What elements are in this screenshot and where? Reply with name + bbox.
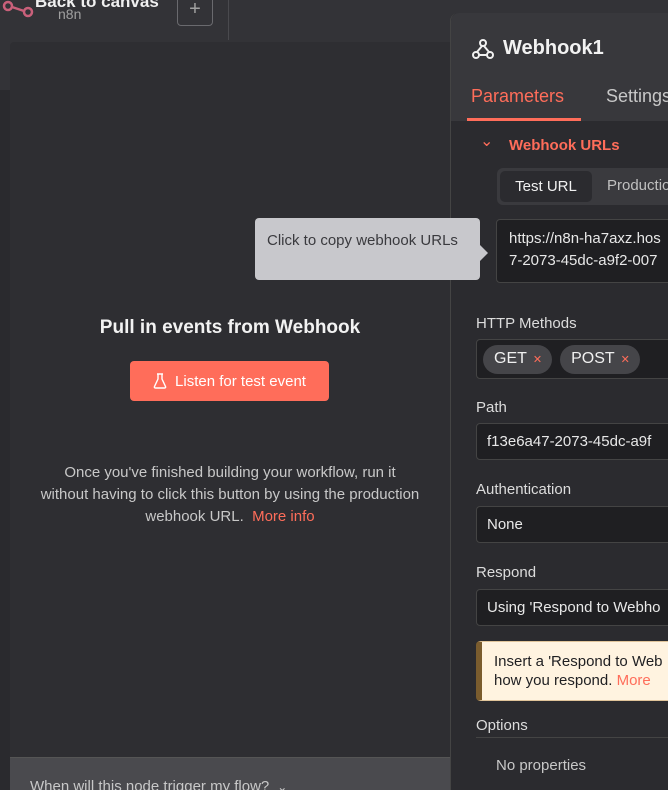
webhook-url-line: 7-2073-45dc-a9f2-007 xyxy=(509,252,658,269)
node-parameters-panel: Webhook1 Parameters Settings ⌄ Webhook U… xyxy=(450,13,668,790)
path-input[interactable]: f13e6a47-2073-45dc-a9f xyxy=(476,423,668,460)
test-url-tab[interactable]: Test URL xyxy=(500,171,592,202)
webhook-urls-toggle[interactable]: Webhook URLs xyxy=(509,137,620,154)
ndv-root: n8n Back to canvas + Pull in events from… xyxy=(0,0,668,790)
info-text-body: Once you've finished building your workf… xyxy=(40,464,420,525)
warning-line: Insert a 'Respond to Web xyxy=(494,653,663,670)
more-info-link[interactable]: More info xyxy=(252,508,315,525)
trigger-faq-label: When will this node trigger my flow? xyxy=(30,778,270,790)
path-label: Path xyxy=(476,399,507,416)
respond-label: Respond xyxy=(476,564,537,581)
http-methods-label: HTTP Methods xyxy=(476,315,577,332)
tab-settings[interactable]: Settings xyxy=(606,86,668,107)
node-header: Webhook1 Parameters Settings xyxy=(451,13,668,121)
topbar-divider xyxy=(228,0,229,40)
active-tab-indicator xyxy=(467,118,581,121)
authentication-select[interactable]: None xyxy=(476,506,668,543)
close-icon[interactable]: ✕ xyxy=(621,353,630,366)
webhook-url-copy[interactable]: https://n8n-ha7axz.hos 7-2073-45dc-a9f2-… xyxy=(496,219,668,283)
options-divider xyxy=(476,737,668,738)
chevron-down-icon: ⌄ xyxy=(277,780,288,790)
url-type-switch: Test URL Production xyxy=(497,168,668,205)
http-methods-select[interactable]: GET ✕ POST ✕ xyxy=(476,339,668,379)
trigger-faq-bar[interactable]: When will this node trigger my flow? ⌄ xyxy=(10,757,462,790)
n8n-logo-icon xyxy=(2,0,34,18)
input-panel: Pull in events from Webhook Listen for t… xyxy=(10,42,462,790)
method-chip-label: POST xyxy=(571,350,615,367)
info-text: Once you've finished building your workf… xyxy=(40,462,420,528)
add-node-button[interactable]: + xyxy=(177,0,213,26)
listen-test-event-button[interactable]: Listen for test event xyxy=(130,361,329,401)
warning-line-2: how you respond. More xyxy=(494,671,668,690)
node-title[interactable]: Webhook1 xyxy=(503,37,604,60)
webhook-url-line: https://n8n-ha7axz.hos xyxy=(509,230,661,247)
input-panel-title: Pull in events from Webhook xyxy=(99,317,361,338)
back-to-canvas-button[interactable]: Back to canvas xyxy=(35,0,159,12)
respond-warning-notice: Insert a 'Respond to Web how you respond… xyxy=(476,641,668,701)
listen-button-label: Listen for test event xyxy=(175,372,306,390)
options-label: Options xyxy=(476,717,528,734)
authentication-label: Authentication xyxy=(476,481,572,498)
warning-text: how you respond. xyxy=(494,672,613,689)
no-properties-text: No properties xyxy=(496,757,587,774)
copy-url-tooltip: Click to copy webhook URLs xyxy=(255,218,488,280)
method-chip-label: GET xyxy=(494,350,527,367)
method-chip-post[interactable]: POST ✕ xyxy=(560,344,640,374)
webhook-icon xyxy=(472,39,494,59)
method-chip-get[interactable]: GET ✕ xyxy=(483,344,553,374)
trigger-faq[interactable]: When will this node trigger my flow? ⌄ xyxy=(30,778,287,790)
tab-parameters[interactable]: Parameters xyxy=(471,86,564,107)
respond-select[interactable]: Using 'Respond to Webho xyxy=(476,589,668,626)
warning-more-link[interactable]: More xyxy=(617,672,651,689)
flask-icon xyxy=(153,373,167,389)
production-url-tab[interactable]: Production xyxy=(607,177,668,194)
chevron-down-icon[interactable]: ⌄ xyxy=(480,131,493,151)
close-icon[interactable]: ✕ xyxy=(533,353,542,366)
